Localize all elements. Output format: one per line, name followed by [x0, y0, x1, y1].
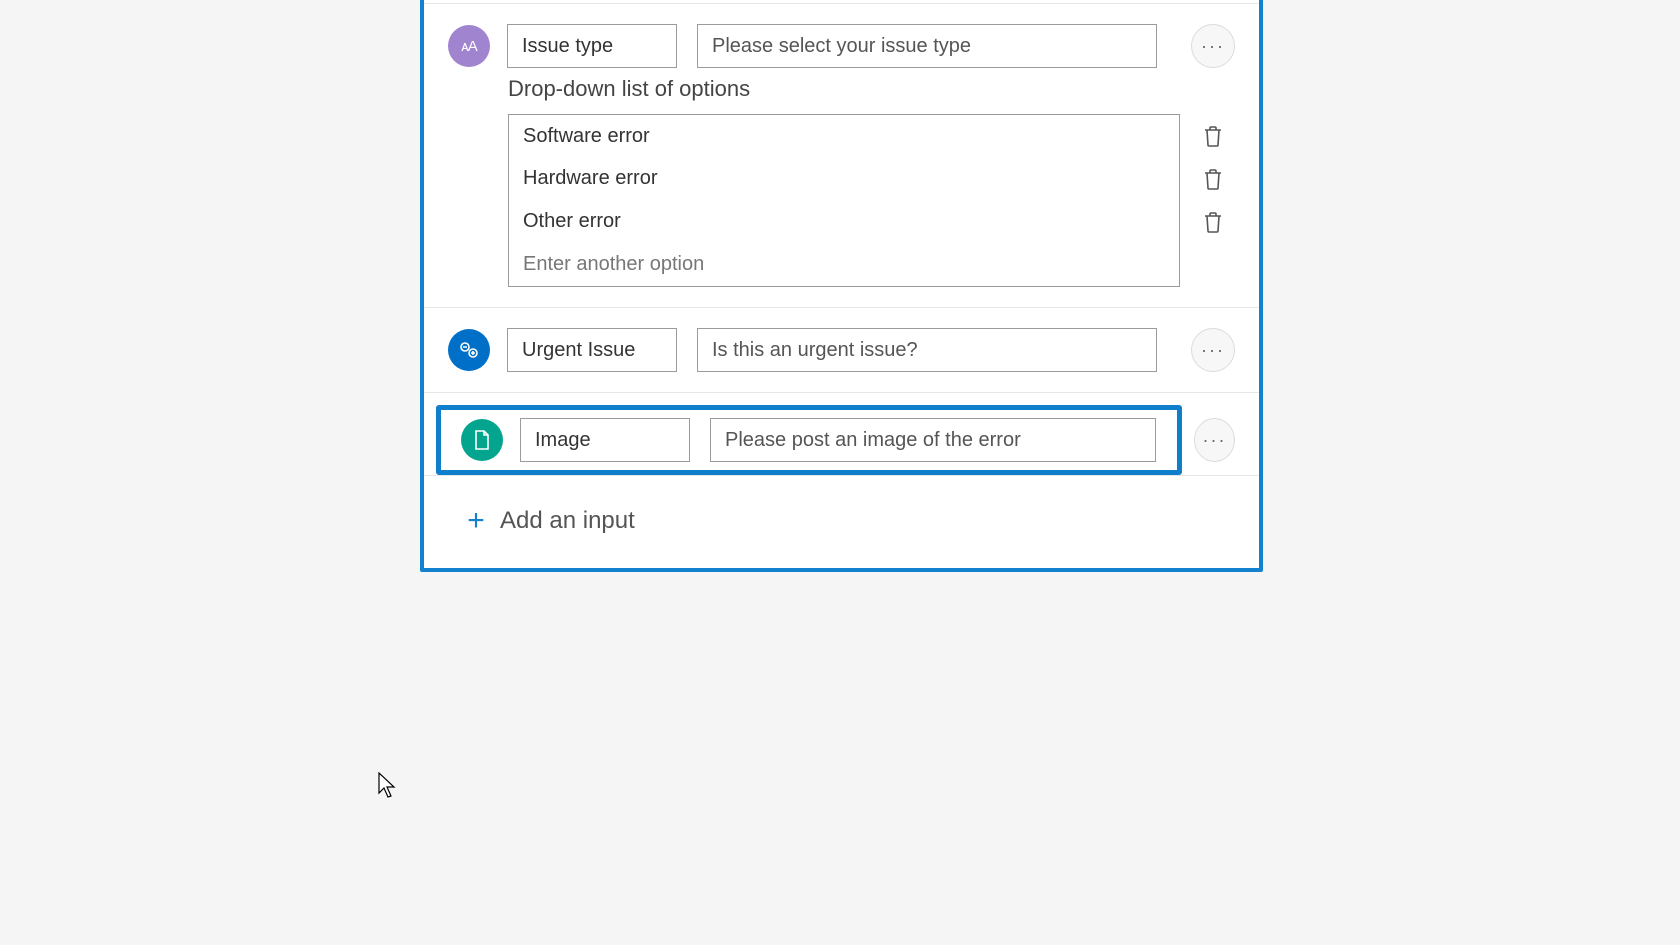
more-button[interactable]: ···	[1191, 24, 1235, 68]
file-icon	[461, 419, 503, 461]
option-row	[508, 157, 1235, 201]
option-row	[508, 200, 1235, 244]
option-input-new[interactable]	[508, 243, 1180, 287]
input-name-image[interactable]	[520, 418, 690, 462]
option-input-2[interactable]	[508, 200, 1180, 244]
add-input-label: Add an input	[500, 507, 635, 535]
delete-option-icon[interactable]	[1202, 167, 1224, 191]
option-input-0[interactable]	[508, 114, 1180, 158]
option-input-1[interactable]	[508, 157, 1180, 201]
add-input-button[interactable]: + Add an input	[424, 476, 1259, 558]
input-row-urgent: ···	[424, 308, 1259, 393]
more-button[interactable]: ···	[1194, 418, 1235, 462]
input-row-image-highlighted: ···	[424, 393, 1259, 476]
dropdown-options-section: Drop-down list of options	[424, 76, 1259, 308]
input-row-type: ᴀA ···	[424, 4, 1259, 76]
mouse-cursor	[378, 772, 396, 798]
delete-option-icon[interactable]	[1202, 210, 1224, 234]
text-icon: ᴀA	[448, 25, 490, 67]
delete-option-icon[interactable]	[1202, 124, 1224, 148]
option-row	[508, 114, 1235, 158]
input-name-type[interactable]	[507, 24, 677, 68]
yesno-icon	[448, 329, 490, 371]
trigger-card: ··· 21 ··· ᴀA ··· Drop-down list of opti…	[420, 0, 1263, 572]
input-name-urgent[interactable]	[507, 328, 677, 372]
more-button[interactable]: ···	[1191, 328, 1235, 372]
input-row-image	[449, 418, 1169, 462]
option-row-new	[508, 243, 1235, 287]
dropdown-title: Drop-down list of options	[508, 76, 1235, 102]
input-desc-type[interactable]	[697, 24, 1157, 68]
input-desc-urgent[interactable]	[697, 328, 1157, 372]
highlight-box	[436, 405, 1182, 475]
plus-icon: +	[460, 504, 492, 538]
input-desc-image[interactable]	[710, 418, 1156, 462]
